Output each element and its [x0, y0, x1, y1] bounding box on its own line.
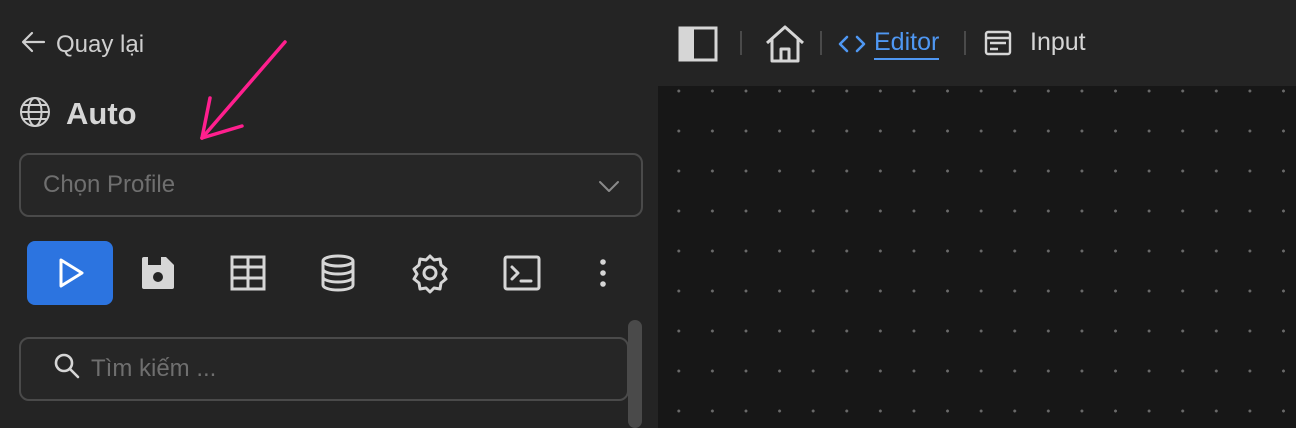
back-label: Quay lại — [56, 31, 145, 58]
divider — [964, 31, 966, 55]
tab-editor[interactable]: Editor — [838, 28, 940, 60]
sidebar-scrollbar[interactable] — [628, 320, 642, 428]
sidebar: Quay lại Auto Chọn Profile Tìm kiếm ... — [0, 0, 658, 428]
arrow-left-icon — [20, 28, 48, 63]
settings-button[interactable] — [387, 241, 473, 305]
terminal-button[interactable] — [479, 241, 565, 305]
profile-select[interactable]: Chọn Profile — [19, 153, 643, 217]
more-button[interactable] — [573, 241, 633, 305]
tab-input-label: Input — [1030, 28, 1086, 56]
action-toolbar — [27, 241, 637, 305]
save-icon — [142, 257, 174, 289]
divider — [740, 31, 742, 55]
search-input[interactable]: Tìm kiếm ... — [19, 337, 629, 401]
code-icon — [838, 35, 866, 53]
app-window: Quay lại Auto Chọn Profile Tìm kiếm ... … — [0, 0, 1296, 428]
back-button[interactable]: Quay lại — [20, 28, 144, 62]
chevron-down-icon — [599, 181, 619, 192]
form-icon — [984, 30, 1012, 55]
terminal-icon — [503, 255, 541, 291]
table-icon — [230, 255, 266, 291]
divider — [820, 31, 822, 55]
editor-canvas[interactable] — [658, 86, 1296, 428]
top-bar: Editor Input — [658, 0, 1296, 86]
globe-icon — [18, 95, 52, 134]
search-placeholder: Tìm kiếm ... — [91, 355, 217, 382]
database-button[interactable] — [295, 241, 381, 305]
workspace-name: Auto — [66, 96, 137, 131]
tab-input[interactable]: Input — [984, 28, 1086, 57]
run-button[interactable] — [27, 241, 113, 305]
annotation-arrow-icon — [200, 40, 287, 140]
play-icon — [59, 258, 84, 288]
database-icon — [321, 254, 355, 292]
toggle-sidebar-button[interactable] — [678, 26, 718, 62]
table-button[interactable] — [205, 241, 291, 305]
workspace-header: Auto — [18, 94, 137, 134]
profile-select-placeholder: Chọn Profile — [43, 171, 176, 198]
more-vertical-icon — [600, 259, 606, 287]
home-icon — [766, 25, 804, 63]
home-button[interactable] — [764, 24, 806, 64]
search-icon — [53, 352, 81, 387]
sidebar-toggle-icon — [678, 26, 718, 62]
gear-icon — [412, 254, 448, 294]
tab-editor-label: Editor — [874, 28, 940, 60]
save-button[interactable] — [115, 241, 201, 305]
